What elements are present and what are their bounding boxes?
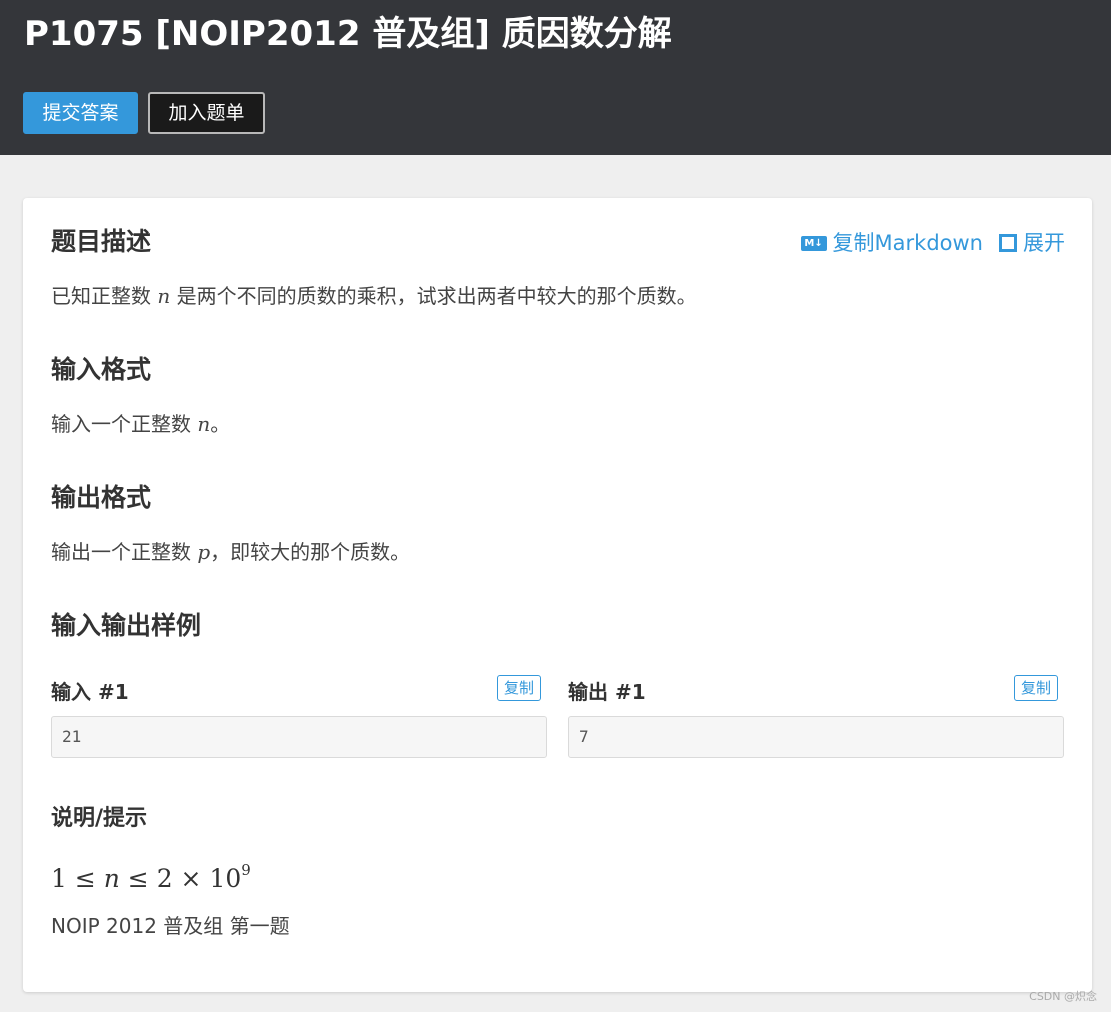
page-title: P1075 [NOIP2012 普及组] 质因数分解 [24, 14, 672, 54]
sample-input-label: 输入 #1 [51, 680, 129, 704]
constraint-formula: 1 ≤ n ≤ 2 × 109 [51, 861, 251, 893]
input-format-text: 输入一个正整数 n。 [51, 412, 231, 436]
description-heading: 题目描述 [51, 227, 152, 256]
expand-link[interactable]: 展开 [1023, 228, 1065, 258]
hint-heading: 说明/提示 [51, 806, 148, 831]
watermark: CSDN @炽念 [1029, 990, 1097, 1003]
copy-output-button[interactable]: 复制 [1014, 675, 1059, 701]
output-format-text: 输出一个正整数 p，即较大的那个质数。 [51, 540, 411, 564]
markdown-icon: M↓ [800, 235, 827, 251]
problem-header: P1075 [NOIP2012 普及组] 质因数分解 提交答案 加入题单 [0, 0, 1111, 155]
card-actions: M↓ 复制Markdown 展开 [800, 228, 1065, 258]
add-to-list-button[interactable]: 加入题单 [148, 92, 265, 134]
sample-input-box[interactable]: 21 [51, 716, 547, 758]
copy-input-button[interactable]: 复制 [497, 675, 542, 701]
copy-markdown-link[interactable]: 复制Markdown [833, 228, 983, 258]
sample-output-box[interactable]: 7 [568, 716, 1064, 758]
submit-answer-button[interactable]: 提交答案 [23, 92, 138, 134]
sample-output-label: 输出 #1 [568, 680, 646, 704]
input-format-heading: 输入格式 [51, 355, 152, 384]
problem-card: M↓ 复制Markdown 展开 题目描述 已知正整数 n 是两个不同的质数的乘… [23, 198, 1092, 992]
samples-heading: 输入输出样例 [51, 611, 202, 640]
description-text: 已知正整数 n 是两个不同的质数的乘积，试求出两者中较大的那个质数。 [51, 284, 697, 308]
hint-source: NOIP 2012 普及组 第一题 [51, 914, 290, 938]
expand-icon [999, 234, 1017, 252]
output-format-heading: 输出格式 [51, 483, 152, 512]
